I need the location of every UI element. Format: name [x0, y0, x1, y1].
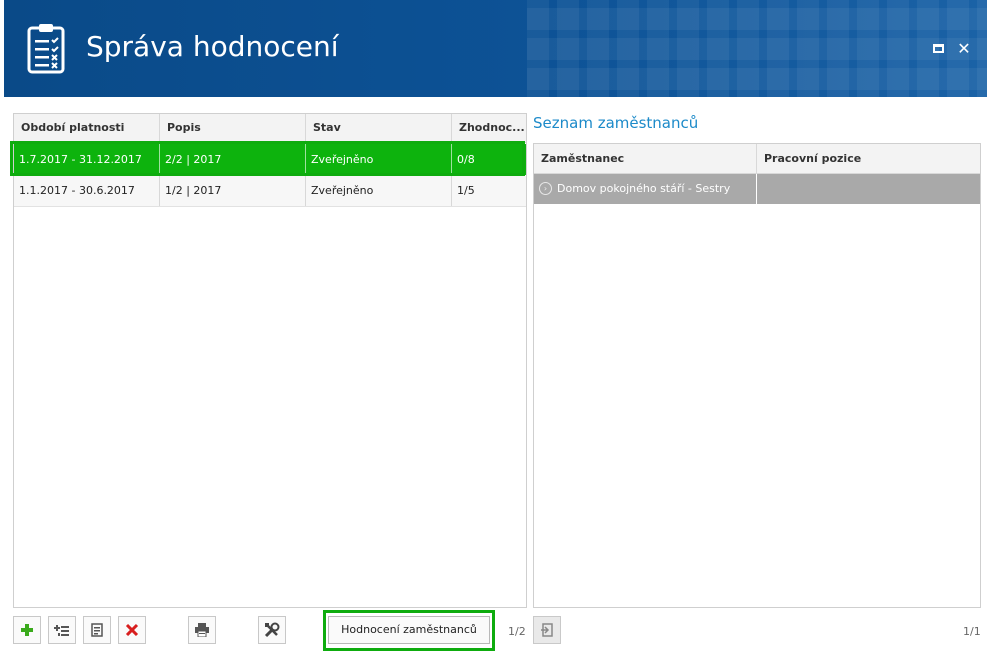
employees-section-title: Seznam zaměstnanců [533, 114, 699, 132]
employees-grid: Zaměstnanec Pracovní pozice › Domov pokoj… [533, 143, 981, 608]
column-header-status[interactable]: Stav [306, 114, 452, 142]
column-divider [756, 174, 757, 204]
expand-arrow-icon[interactable]: › [539, 181, 552, 195]
maximize-button[interactable] [930, 40, 946, 56]
cell-employee: › Domov pokojného stáří - Sestry [539, 174, 730, 204]
print-button[interactable] [188, 616, 216, 644]
print-icon [195, 623, 209, 637]
grid-header: Období platnosti Popis Stav Zhodnoc... [14, 114, 526, 143]
employee-evaluation-button[interactable]: Hodnocení zaměstnanců [328, 616, 490, 644]
add-button[interactable] [13, 616, 41, 644]
add-icon [21, 624, 33, 636]
export-button[interactable] [533, 616, 561, 644]
table-row[interactable]: 1.1.2017 - 30.6.2017 1/2 | 2017 Zveřejně… [14, 175, 526, 207]
maximize-icon [932, 43, 944, 53]
cell-description: 1/2 | 2017 [160, 175, 306, 206]
employee-group-label: Domov pokojného stáří - Sestry [557, 182, 731, 195]
delete-button[interactable] [118, 616, 146, 644]
cell-description: 2/2 | 2017 [160, 144, 306, 175]
delete-icon [125, 623, 139, 637]
cell-evaluated: 1/5 [457, 184, 475, 197]
cell-evaluated: 0/8 [457, 153, 475, 166]
tools-button[interactable] [258, 616, 286, 644]
table-row[interactable]: › Domov pokojného stáří - Sestry [534, 174, 980, 204]
edit-icon [91, 623, 103, 637]
app-header: Správa hodnocení ✕ [4, 0, 987, 97]
close-icon: ✕ [957, 38, 971, 58]
column-header-evaluated[interactable]: Zhodnoc... [452, 114, 526, 142]
right-grid-pager: 1/1 [963, 625, 981, 638]
cell-status: Zveřejněno [306, 144, 452, 175]
left-grid-pager: 1/2 [508, 625, 526, 638]
close-button[interactable]: ✕ [956, 38, 972, 58]
cell-status: Zveřejněno [306, 175, 452, 206]
table-row[interactable]: 1.7.2017 - 31.12.2017 2/2 | 2017 Zveřejn… [14, 144, 526, 176]
column-header-employee[interactable]: Zaměstnanec [534, 144, 757, 173]
column-header-position[interactable]: Pracovní pozice [757, 144, 980, 173]
header-pattern [527, 0, 987, 97]
grid-header: Zaměstnanec Pracovní pozice [534, 144, 980, 174]
column-header-description[interactable]: Popis [160, 114, 306, 142]
add-sub-icon [54, 625, 69, 636]
column-header-period[interactable]: Období platnosti [14, 114, 160, 142]
page-title: Správa hodnocení [86, 30, 339, 63]
edit-button[interactable] [83, 616, 111, 644]
tools-icon [264, 622, 280, 638]
export-icon [541, 623, 553, 637]
add-sub-item-button[interactable] [48, 616, 76, 644]
evaluation-periods-grid: Období platnosti Popis Stav Zhodnoc... 1… [13, 113, 527, 608]
clipboard-checklist-icon [27, 24, 65, 74]
cell-period: 1.1.2017 - 30.6.2017 [14, 175, 160, 206]
cell-period: 1.7.2017 - 31.12.2017 [14, 144, 160, 175]
